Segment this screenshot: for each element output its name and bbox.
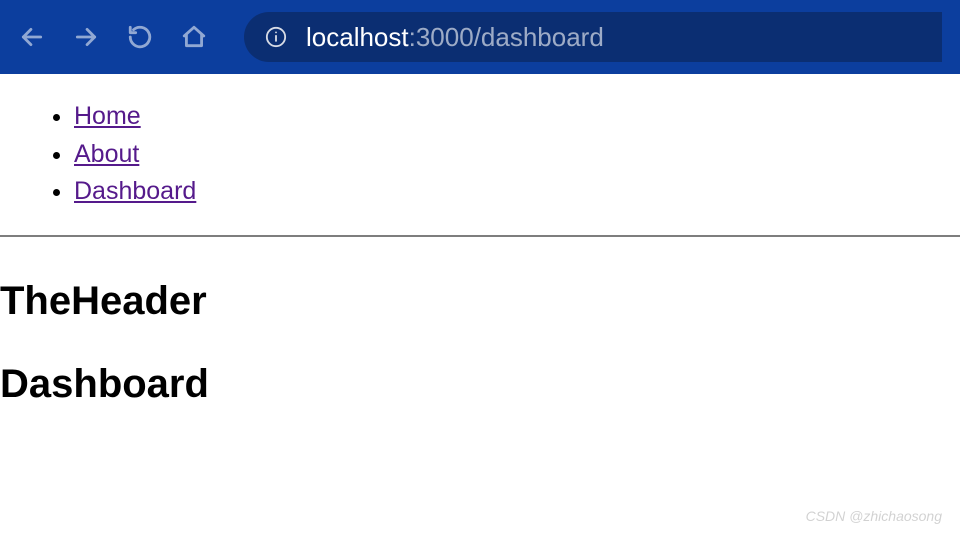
address-bar[interactable]: localhost:3000/dashboard (244, 12, 942, 62)
page-header: TheHeader (0, 279, 960, 324)
watermark: CSDN @zhichaosong (806, 508, 942, 524)
back-icon[interactable] (18, 23, 46, 51)
list-item: About (74, 136, 960, 174)
page-content: Home About Dashboard TheHeader Dashboard (0, 74, 960, 407)
info-icon (264, 25, 288, 49)
nav-link-dashboard[interactable]: Dashboard (74, 177, 196, 205)
nav-link-about[interactable]: About (74, 140, 139, 168)
url-path: :3000/dashboard (409, 22, 604, 52)
url-text: localhost:3000/dashboard (306, 22, 604, 53)
nav-list: Home About Dashboard (0, 98, 960, 211)
reload-icon[interactable] (126, 23, 154, 51)
page-title: Dashboard (0, 362, 960, 407)
home-icon[interactable] (180, 23, 208, 51)
browser-toolbar: localhost:3000/dashboard (0, 0, 960, 74)
list-item: Dashboard (74, 173, 960, 211)
forward-icon[interactable] (72, 23, 100, 51)
url-host: localhost (306, 22, 409, 52)
nav-link-home[interactable]: Home (74, 102, 141, 130)
list-item: Home (74, 98, 960, 136)
headings: TheHeader Dashboard (0, 237, 960, 407)
